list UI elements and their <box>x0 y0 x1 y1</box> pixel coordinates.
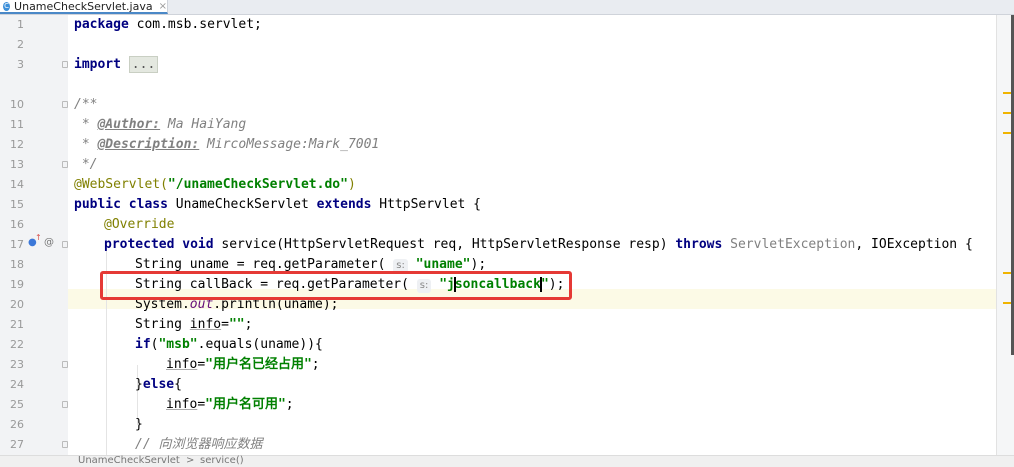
code-line-14: @WebServlet("/unameCheckServlet.do") <box>74 177 356 192</box>
code-editor[interactable]: package com.msb.servlet; import ... /** … <box>68 15 1014 455</box>
line-number-gutter[interactable]: 1 2 3 10 11 12 13 14 15 16 17 18 19 20 2… <box>0 15 68 455</box>
code-line-10: /** <box>74 97 98 112</box>
line-number: 24 <box>10 378 24 391</box>
code-line-23: info="用户名已经占用"; <box>166 357 320 372</box>
line-number: 12 <box>10 138 24 151</box>
line-number: 23 <box>10 358 24 371</box>
line-number: 18 <box>10 258 24 271</box>
code-line-11: * @Author: Ma HaiYang <box>74 117 247 132</box>
line-number: 15 <box>10 198 24 211</box>
java-class-icon: C <box>3 1 11 11</box>
code-line-27: // 向浏览器响应数据 <box>135 437 263 452</box>
line-number: 20 <box>10 298 24 311</box>
line-number: 16 <box>10 218 24 231</box>
breadcrumb-class[interactable]: UnameCheckServlet <box>78 455 180 466</box>
code-line-24: }else{ <box>135 377 182 392</box>
code-line-1: package com.msb.servlet; <box>74 17 262 32</box>
annotation-icon[interactable]: @ <box>44 237 54 248</box>
line-number: 25 <box>10 398 24 411</box>
code-line-26: } <box>135 417 143 432</box>
code-line-3: import ... <box>74 55 159 75</box>
arrow-up-icon[interactable]: ↑ <box>35 233 42 242</box>
line-number: 17 <box>10 238 24 251</box>
tab-unamecheckservlet[interactable]: C UnameCheckServlet.java × <box>0 0 168 14</box>
editor-tab-bar: C UnameCheckServlet.java × <box>0 0 1014 15</box>
line-number: 3 <box>17 58 24 71</box>
breadcrumb-method[interactable]: service() <box>200 455 244 466</box>
code-line-21: String info=""; <box>135 317 253 332</box>
line-number: 11 <box>10 118 24 131</box>
close-icon[interactable]: × <box>159 1 167 12</box>
line-number: 10 <box>10 98 24 111</box>
line-number: 26 <box>10 418 24 431</box>
code-line-16: @Override <box>104 217 175 232</box>
code-line-15: public class UnameCheckServlet extends H… <box>74 197 482 212</box>
code-line-13: */ <box>74 157 98 172</box>
line-number: 27 <box>10 438 24 451</box>
breadcrumb-separator: > <box>186 455 195 466</box>
breadcrumb: UnameCheckServlet > service() <box>0 455 1014 467</box>
folded-imports[interactable]: ... <box>128 56 159 73</box>
highlight-annotation-box <box>100 271 572 300</box>
code-line-22: if("msb".equals(uname)){ <box>135 337 323 352</box>
line-number: 21 <box>10 318 24 331</box>
code-line-25: info="用户名可用"; <box>166 397 294 412</box>
line-number: 19 <box>10 278 24 291</box>
line-number: 22 <box>10 338 24 351</box>
line-number: 1 <box>17 18 24 31</box>
code-line-12: * @Description: MircoMessage:Mark_7001 <box>74 137 380 152</box>
tab-title: UnameCheckServlet.java <box>14 0 153 13</box>
line-number: 2 <box>17 38 24 51</box>
line-number: 14 <box>10 178 24 191</box>
code-line-17: protected void service(HttpServletReques… <box>104 237 973 252</box>
line-number: 13 <box>10 158 24 171</box>
